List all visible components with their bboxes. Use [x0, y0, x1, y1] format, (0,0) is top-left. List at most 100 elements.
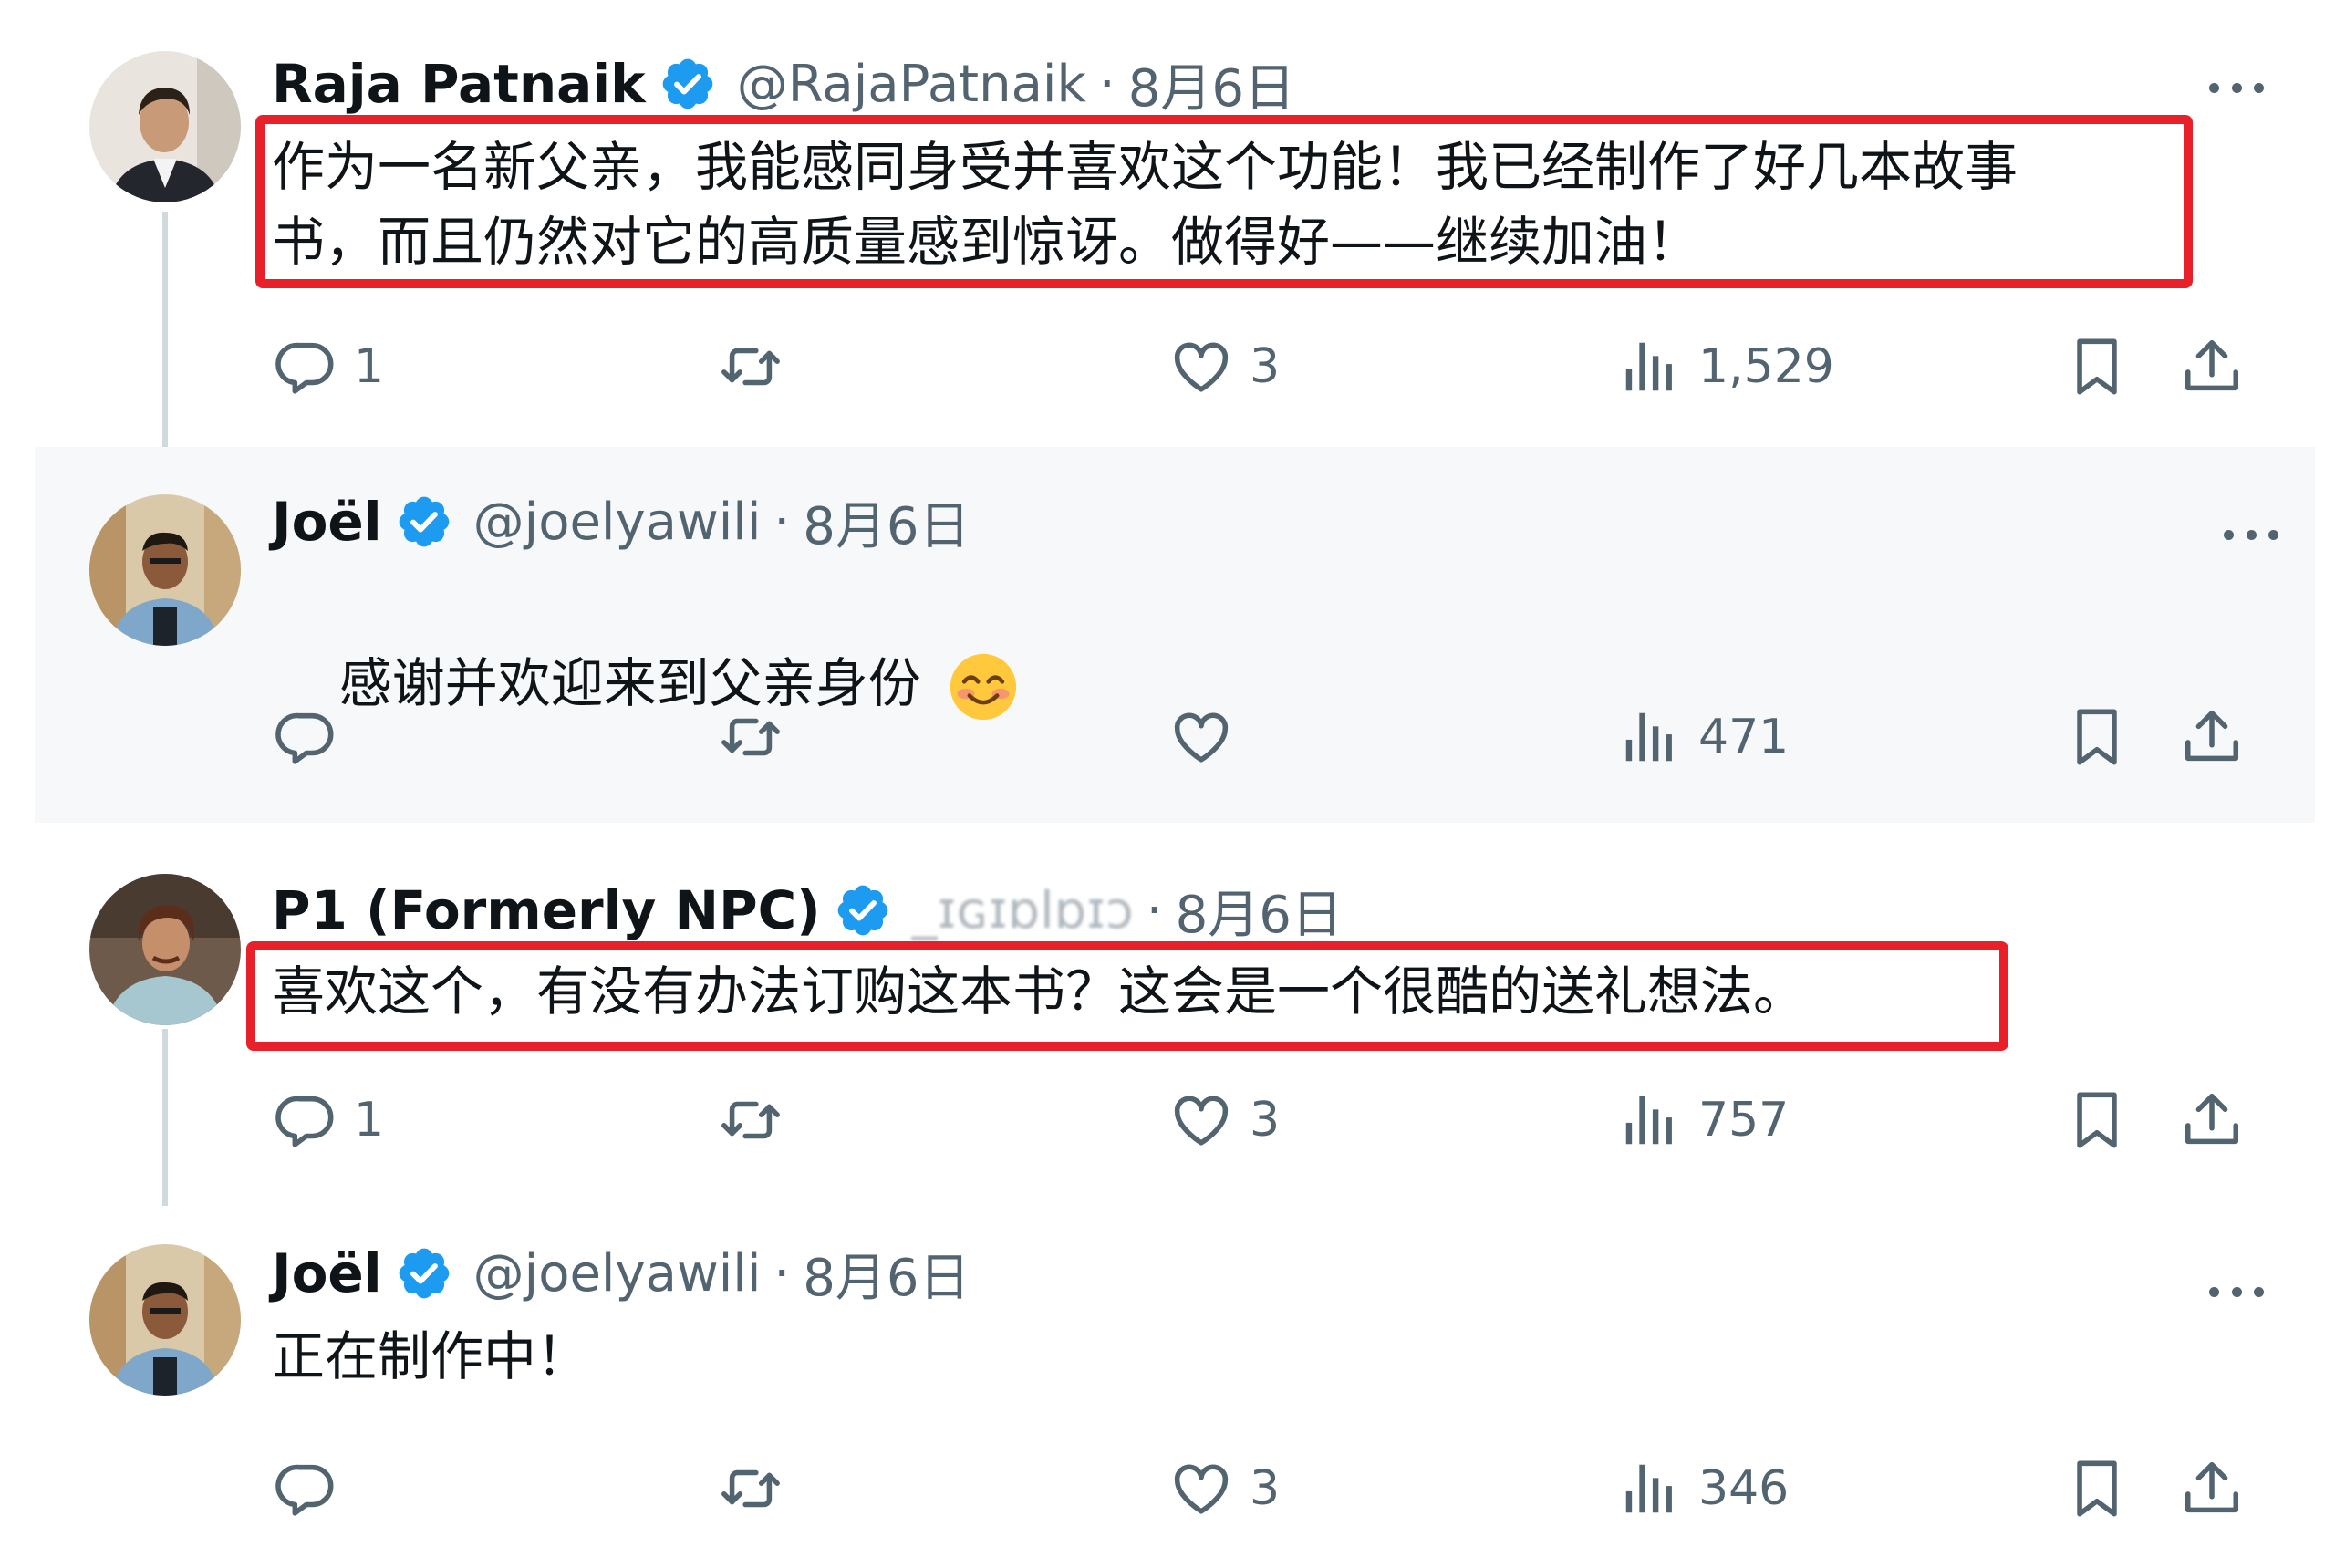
view-count: 757	[1698, 1093, 1790, 1147]
like-button[interactable]: 3	[1169, 1452, 1280, 1525]
display-name[interactable]: Raja Patnaik	[272, 53, 646, 115]
tweet-joel-reply[interactable]: Joël @joelyawili · 8月6日 感谢并欢迎来到父亲身份 471	[35, 447, 2315, 823]
post-date[interactable]: 8月6日	[1128, 47, 1295, 121]
share-button[interactable]	[2180, 330, 2244, 403]
action-bar: 471	[274, 701, 2244, 774]
share-icon	[2180, 705, 2244, 769]
reply-button[interactable]	[274, 1452, 354, 1525]
bookmark-button[interactable]	[2065, 1452, 2129, 1525]
view-count: 1,529	[1698, 339, 1834, 394]
heart-icon	[1169, 705, 1233, 769]
tweet-header: Raja Patnaik @RajaPatnaik · 8月6日	[272, 47, 1295, 120]
retweet-button[interactable]	[719, 1084, 799, 1157]
tweet-text: 正在制作中！	[272, 1325, 590, 1387]
retweet-icon	[719, 1088, 783, 1152]
reply-icon	[274, 1457, 337, 1521]
views-button[interactable]: 1,529	[1618, 330, 1834, 403]
action-bar: 3 346	[274, 1452, 2244, 1525]
like-count: 3	[1250, 1461, 1281, 1516]
separator-dot: ·	[1098, 54, 1116, 114]
bookmark-button[interactable]	[2065, 330, 2129, 403]
verified-badge-icon	[834, 881, 892, 940]
like-button[interactable]: 3	[1169, 330, 1280, 403]
post-date[interactable]: 8月6日	[803, 1237, 970, 1311]
bookmark-icon	[2065, 335, 2129, 399]
user-handle[interactable]: @RajaPatnaik	[737, 55, 1086, 114]
display-name[interactable]: Joël	[272, 1242, 382, 1304]
tweet-joel-reply-2[interactable]: Joël @joelyawili · 8月6日 正在制作中！ 3 346	[0, 1206, 2335, 1568]
post-date[interactable]: 8月6日	[803, 485, 970, 559]
heart-icon	[1169, 1088, 1233, 1152]
views-button[interactable]: 757	[1618, 1084, 1789, 1157]
heart-icon	[1169, 335, 1233, 399]
separator-dot: ·	[773, 492, 791, 552]
bookmark-button[interactable]	[2065, 1084, 2129, 1157]
tweet-header: Joël @joelyawili · 8月6日	[272, 485, 970, 558]
reply-count: 1	[354, 1093, 385, 1147]
avatar[interactable]	[89, 51, 241, 202]
views-chart-icon	[1618, 1457, 1682, 1521]
reply-button[interactable]: 1	[274, 330, 384, 403]
action-bar: 1 3 757	[274, 1084, 2244, 1157]
reply-button[interactable]: 1	[274, 1084, 384, 1157]
display-name[interactable]: Joël	[272, 491, 382, 553]
more-options-icon[interactable]	[2209, 78, 2264, 97]
retweet-button[interactable]	[719, 1452, 799, 1525]
user-handle[interactable]: @joelyawili	[473, 493, 762, 552]
verified-badge-icon	[395, 493, 453, 551]
reply-count: 1	[354, 339, 385, 394]
like-button[interactable]: 3	[1169, 1084, 1280, 1157]
user-handle[interactable]: _ɪɢɪɒlɒɪɔ	[912, 881, 1134, 940]
verified-badge-icon	[395, 1244, 453, 1303]
share-icon	[2180, 1457, 2244, 1521]
views-button[interactable]: 346	[1618, 1452, 1789, 1525]
view-count: 471	[1698, 710, 1790, 764]
share-button[interactable]	[2180, 701, 2244, 774]
reply-icon	[274, 335, 337, 399]
bookmark-icon	[2065, 1088, 2129, 1152]
share-button[interactable]	[2180, 1452, 2244, 1525]
retweet-button[interactable]	[719, 330, 799, 403]
share-icon	[2180, 335, 2244, 399]
views-button[interactable]: 471	[1618, 701, 1789, 774]
tweet-header: P1 (Formerly NPC) _ɪɢɪɒlɒɪɔ · 8月6日	[272, 874, 1343, 947]
views-chart-icon	[1618, 705, 1682, 769]
bookmark-icon	[2065, 1457, 2129, 1521]
avatar[interactable]	[89, 874, 241, 1025]
display-name[interactable]: P1 (Formerly NPC)	[272, 879, 821, 941]
like-button[interactable]	[1169, 701, 1250, 774]
tweet-header: Joël @joelyawili · 8月6日	[272, 1237, 970, 1310]
action-bar: 1 3 1,529	[274, 330, 2244, 403]
tweet-p1-formerly-npc[interactable]: P1 (Formerly NPC) _ɪɢɪɒlɒɪɔ · 8月6日 喜欢这个，…	[0, 823, 2335, 1206]
retweet-icon	[719, 705, 783, 769]
user-handle[interactable]: @joelyawili	[473, 1244, 762, 1303]
reply-icon	[274, 1088, 337, 1152]
avatar[interactable]	[89, 1244, 241, 1396]
heart-icon	[1169, 1457, 1233, 1521]
thread-line	[162, 1029, 168, 1206]
share-button[interactable]	[2180, 1084, 2244, 1157]
retweet-button[interactable]	[719, 701, 799, 774]
highlight-box	[246, 941, 2008, 1051]
bookmark-button[interactable]	[2065, 701, 2129, 774]
reply-icon	[274, 705, 337, 769]
highlight-box	[255, 115, 2193, 288]
verified-badge-icon	[659, 55, 717, 113]
reply-button[interactable]	[274, 701, 354, 774]
like-count: 3	[1250, 339, 1281, 394]
like-count: 3	[1250, 1093, 1281, 1147]
avatar[interactable]	[89, 494, 241, 646]
tweet-raja-patnaik[interactable]: Raja Patnaik @RajaPatnaik · 8月6日 作为一名新父亲…	[0, 0, 2335, 447]
view-count: 346	[1698, 1461, 1790, 1516]
more-options-icon[interactable]	[2224, 525, 2278, 544]
retweet-icon	[719, 335, 783, 399]
more-options-icon[interactable]	[2209, 1282, 2264, 1301]
post-date[interactable]: 8月6日	[1176, 874, 1343, 948]
views-chart-icon	[1618, 1088, 1682, 1152]
views-chart-icon	[1618, 335, 1682, 399]
share-icon	[2180, 1088, 2244, 1152]
bookmark-icon	[2065, 705, 2129, 769]
separator-dot: ·	[1146, 880, 1163, 940]
thread-line	[162, 212, 168, 447]
separator-dot: ·	[773, 1243, 791, 1303]
